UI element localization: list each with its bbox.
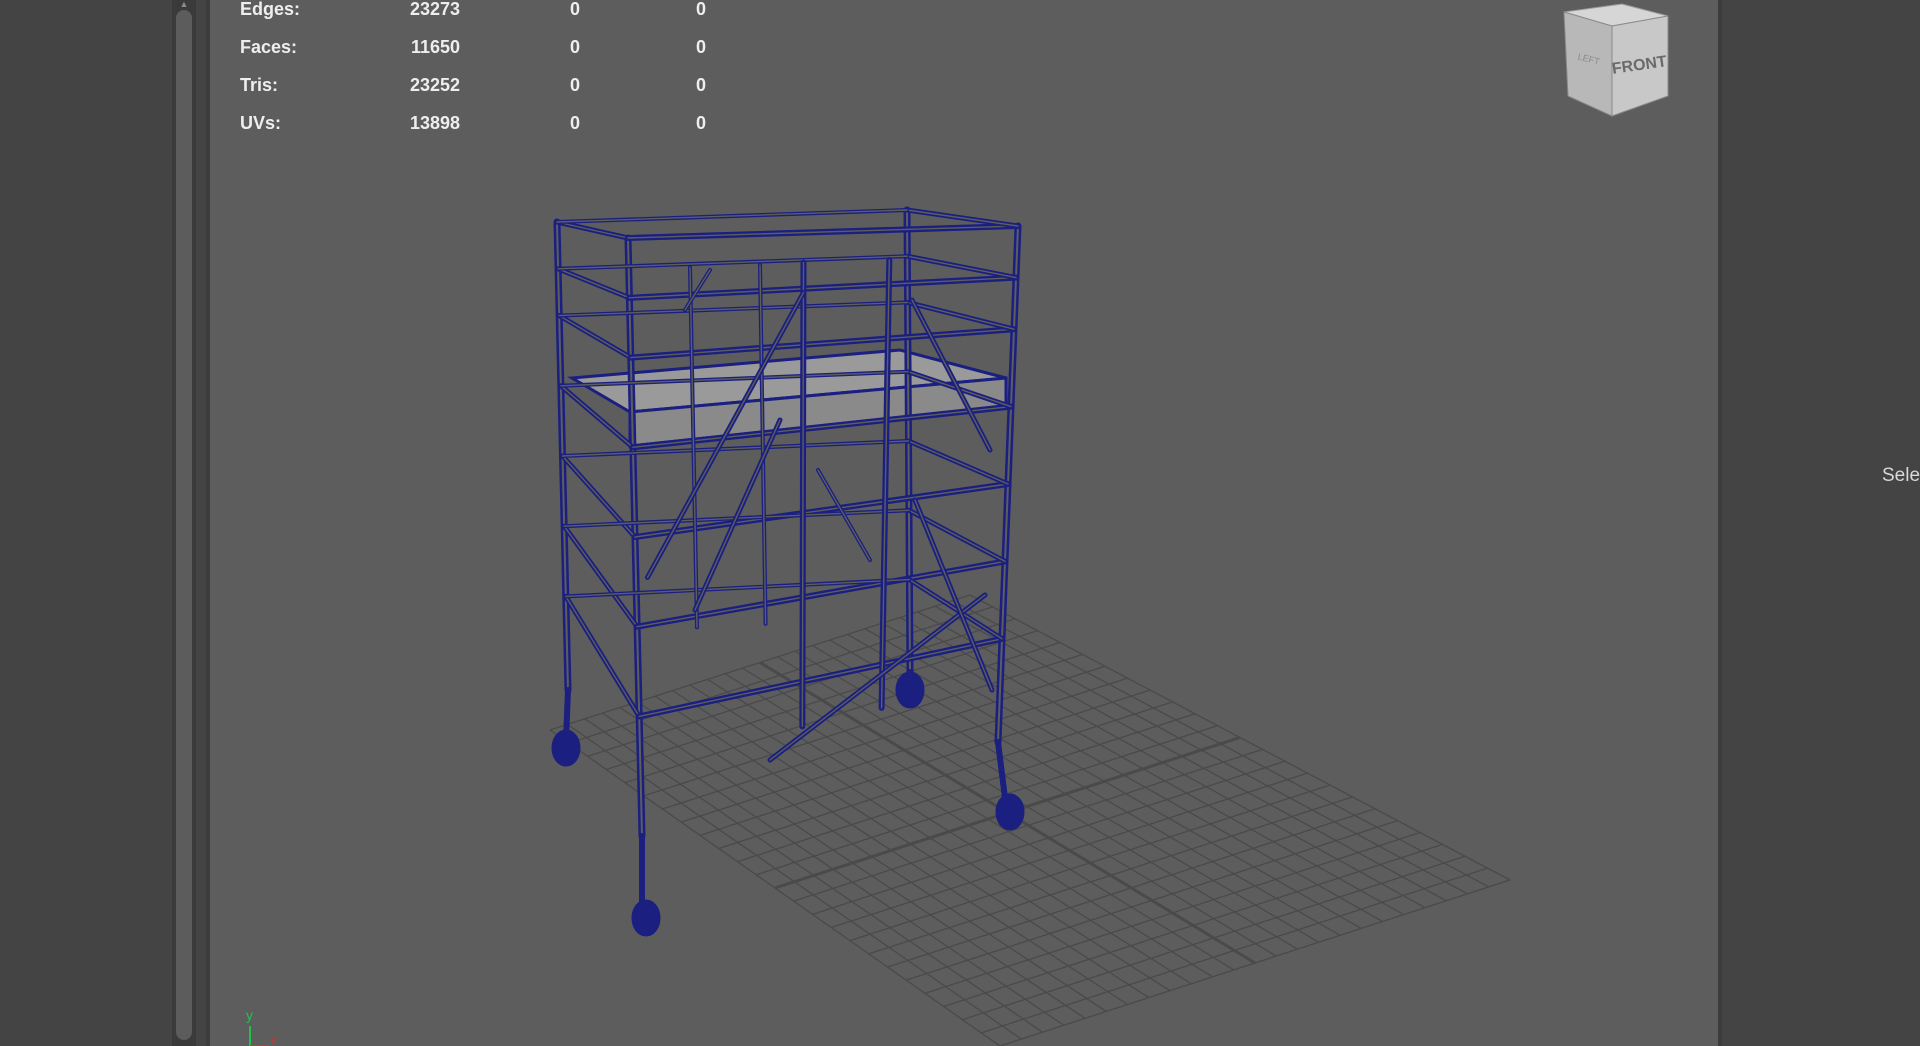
ground-grid <box>549 594 1511 1046</box>
axis-y-label: y <box>246 1007 253 1023</box>
hud-value: 0 <box>696 37 707 57</box>
right-panel-label: Sele <box>1882 465 1920 486</box>
maya-window: ▲ Edges: 23273 0 0 Faces: 11650 0 0 Tris… <box>0 0 1920 1046</box>
axis-gizmo-icon: y x <box>246 1007 276 1046</box>
scaffold-model[interactable] <box>551 0 1141 937</box>
left-panel <box>0 0 170 1046</box>
hud-label: Faces: <box>240 37 298 57</box>
hud-value: 0 <box>696 113 707 133</box>
hud-value: 13898 <box>409 113 460 133</box>
scrollbar-thumb[interactable] <box>176 10 192 1040</box>
hud-value: 0 <box>570 37 581 57</box>
hud-value: 23273 <box>409 0 460 19</box>
hud-value: 0 <box>696 75 707 95</box>
hud-label: Edges: <box>240 0 301 19</box>
hud-value: 0 <box>570 113 581 133</box>
scroll-up-arrow-icon[interactable]: ▲ <box>176 0 192 9</box>
hud-value: 0 <box>570 0 581 19</box>
hud-label: UVs: <box>240 113 282 133</box>
3d-viewport[interactable]: Edges: 23273 0 0 Faces: 11650 0 0 Tris: … <box>210 0 1718 1046</box>
hud-value: 11650 <box>410 37 460 57</box>
hud-value: 0 <box>696 0 707 19</box>
right-panel: Sele <box>1722 0 1920 1046</box>
axis-x-label: x <box>270 1033 276 1046</box>
hud-label: Tris: <box>240 75 279 95</box>
viewcube-icon[interactable]: FRONT LEFT <box>1550 0 1690 120</box>
hud-value: 23252 <box>409 75 460 95</box>
hud-value: 0 <box>570 75 581 95</box>
scene-canvas[interactable] <box>210 0 1718 1046</box>
